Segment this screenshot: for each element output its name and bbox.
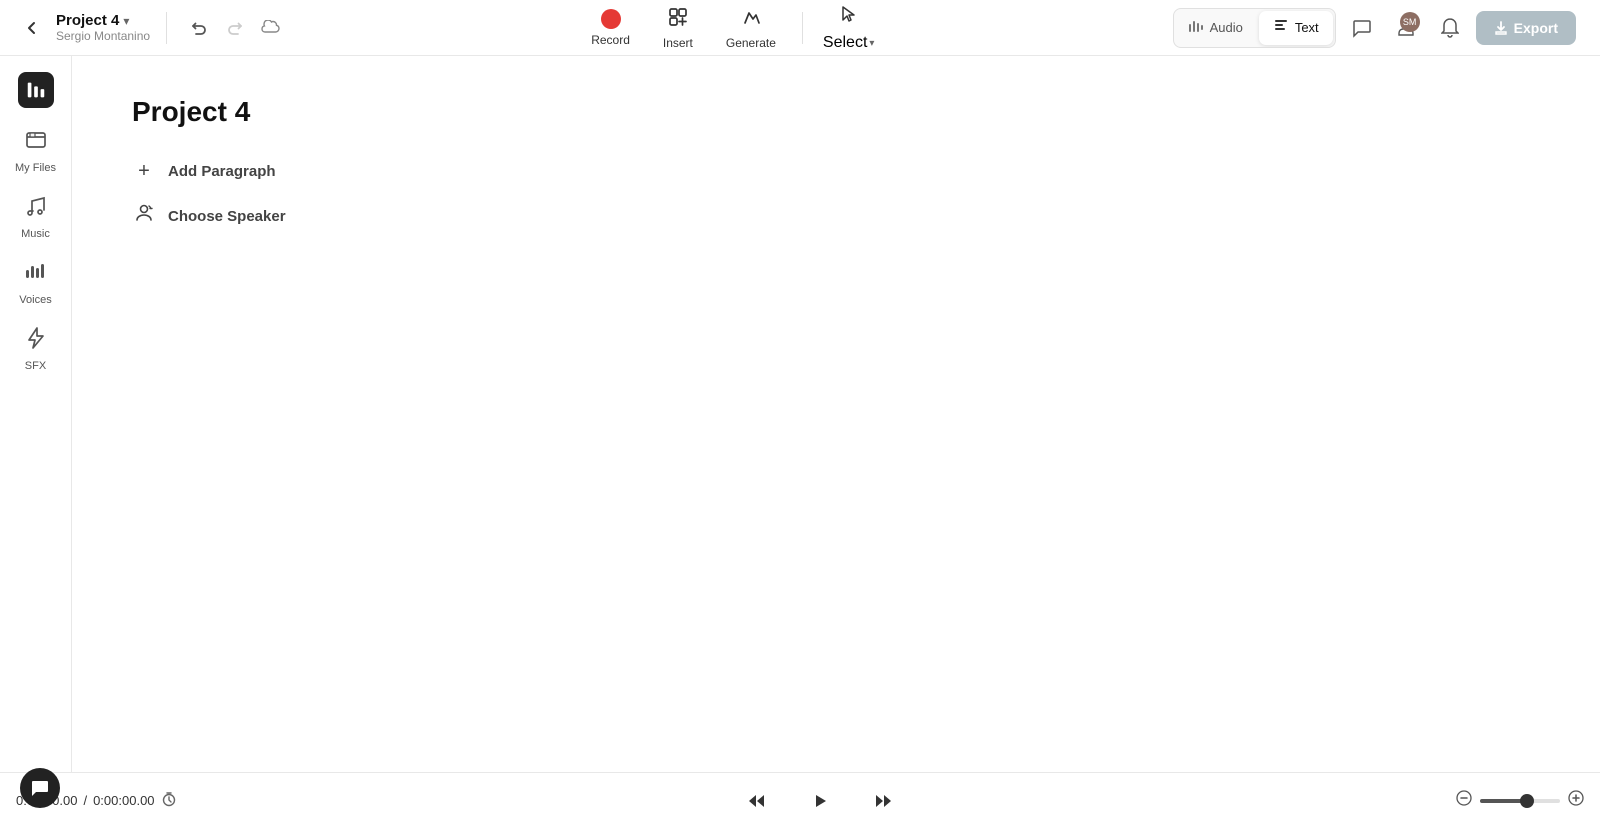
back-button[interactable] (16, 12, 48, 44)
text-icon (1273, 18, 1289, 38)
audio-mode-label: Audio (1210, 20, 1243, 35)
my-files-icon (24, 128, 48, 158)
sidebar: My Files Music Voices (0, 56, 72, 772)
volume-increase-button[interactable] (1568, 790, 1584, 811)
fast-forward-button[interactable] (864, 783, 900, 819)
volume-slider[interactable] (1480, 799, 1560, 803)
play-button[interactable] (800, 781, 840, 821)
total-time: 0:00:00.00 (93, 793, 154, 808)
sidebar-item-label: Music (21, 228, 50, 240)
center-toolbar: Record Insert Generate (295, 0, 1165, 58)
right-toolbar: Audio Text (1173, 8, 1584, 48)
choose-speaker-icon (132, 203, 156, 229)
app-logo[interactable] (18, 72, 54, 108)
project-info: Project 4 ▾ Sergio Montanino (56, 12, 150, 43)
insert-button[interactable]: Insert (648, 0, 708, 56)
divider (166, 12, 167, 44)
rewind-button[interactable] (740, 783, 776, 819)
export-button[interactable]: Export (1476, 11, 1576, 45)
insert-icon (667, 6, 689, 32)
project-title: Project 4 (56, 12, 119, 29)
header: Project 4 ▾ Sergio Montanino (0, 0, 1600, 56)
sidebar-item-voices[interactable]: Voices (6, 252, 66, 314)
bottom-bar: 0:00:00.00 / 0:00:00.00 (0, 772, 1600, 828)
text-mode-label: Text (1295, 20, 1319, 35)
header-actions: SM Export (1344, 10, 1576, 46)
select-label: Select (823, 34, 867, 52)
select-button[interactable]: Select ▾ (815, 0, 883, 58)
record-label: Record (591, 33, 630, 47)
generate-button[interactable]: Generate (712, 0, 790, 56)
audio-icon (1188, 18, 1204, 38)
timer-icon[interactable] (161, 791, 177, 810)
add-paragraph-icon: + (132, 160, 156, 183)
audio-mode-button[interactable]: Audio (1174, 11, 1257, 45)
add-paragraph-label: Add Paragraph (168, 163, 276, 180)
header-left: Project 4 ▾ Sergio Montanino (16, 12, 287, 44)
sidebar-item-label: SFX (25, 360, 46, 372)
add-paragraph-item[interactable]: + Add Paragraph (132, 160, 1540, 183)
generate-label: Generate (726, 36, 776, 50)
chat-button[interactable] (1344, 10, 1380, 46)
generate-icon (740, 6, 762, 32)
insert-label: Insert (663, 36, 693, 50)
playback-controls (236, 781, 1404, 821)
sidebar-item-sfx[interactable]: SFX (6, 318, 66, 380)
record-icon (601, 9, 621, 29)
chat-bubble-button[interactable] (20, 768, 60, 808)
project-heading: Project 4 (132, 96, 1540, 128)
history-buttons (183, 12, 287, 44)
choose-speaker-label: Choose Speaker (168, 208, 286, 225)
choose-speaker-item[interactable]: Choose Speaker (132, 203, 1540, 229)
select-icon (838, 3, 860, 30)
project-title-row[interactable]: Project 4 ▾ (56, 12, 150, 29)
add-user-button[interactable]: SM (1388, 10, 1424, 46)
content-area: Project 4 + Add Paragraph Choose Speaker (72, 56, 1600, 772)
export-label: Export (1514, 20, 1558, 36)
record-button[interactable]: Record (577, 3, 644, 53)
text-mode-button[interactable]: Text (1259, 11, 1333, 45)
sidebar-item-my-files[interactable]: My Files (6, 120, 66, 182)
volume-controls (1404, 790, 1584, 811)
sfx-icon (24, 326, 48, 356)
project-subtitle: Sergio Montanino (56, 29, 150, 43)
music-icon (24, 194, 48, 224)
volume-decrease-button[interactable] (1456, 790, 1472, 811)
voices-icon (24, 260, 48, 290)
undo-button[interactable] (183, 12, 215, 44)
redo-button[interactable] (219, 12, 251, 44)
chevron-down-icon: ▾ (123, 14, 129, 28)
mode-toggle: Audio Text (1173, 8, 1336, 48)
toolbar-divider (802, 12, 803, 44)
sidebar-item-music[interactable]: Music (6, 186, 66, 248)
main-body: My Files Music Voices (0, 56, 1600, 772)
cloud-save-button[interactable] (255, 12, 287, 44)
sidebar-item-label: Voices (19, 294, 51, 306)
time-separator: / (83, 793, 87, 808)
sidebar-item-label: My Files (15, 162, 56, 174)
notification-button[interactable] (1432, 10, 1468, 46)
select-chevron: ▾ (869, 38, 874, 49)
